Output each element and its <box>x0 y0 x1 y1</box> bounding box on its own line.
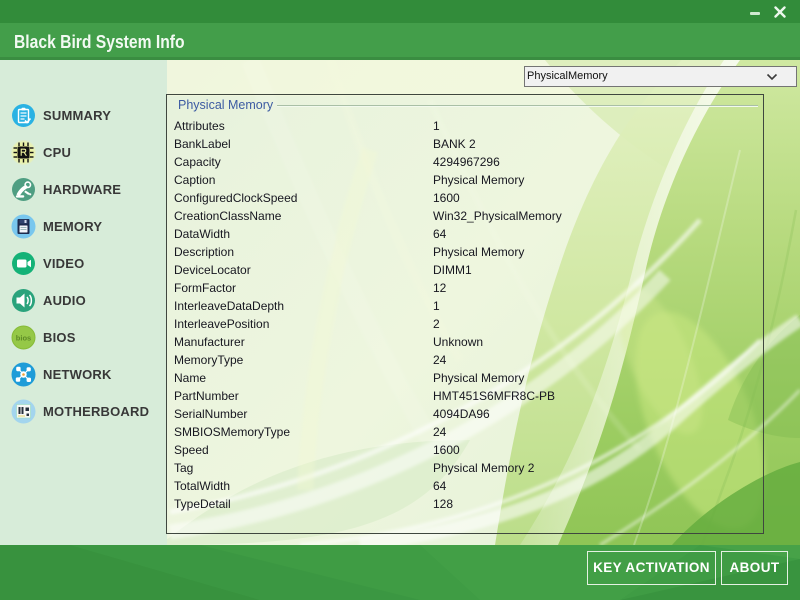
svg-text:bios: bios <box>16 333 31 342</box>
